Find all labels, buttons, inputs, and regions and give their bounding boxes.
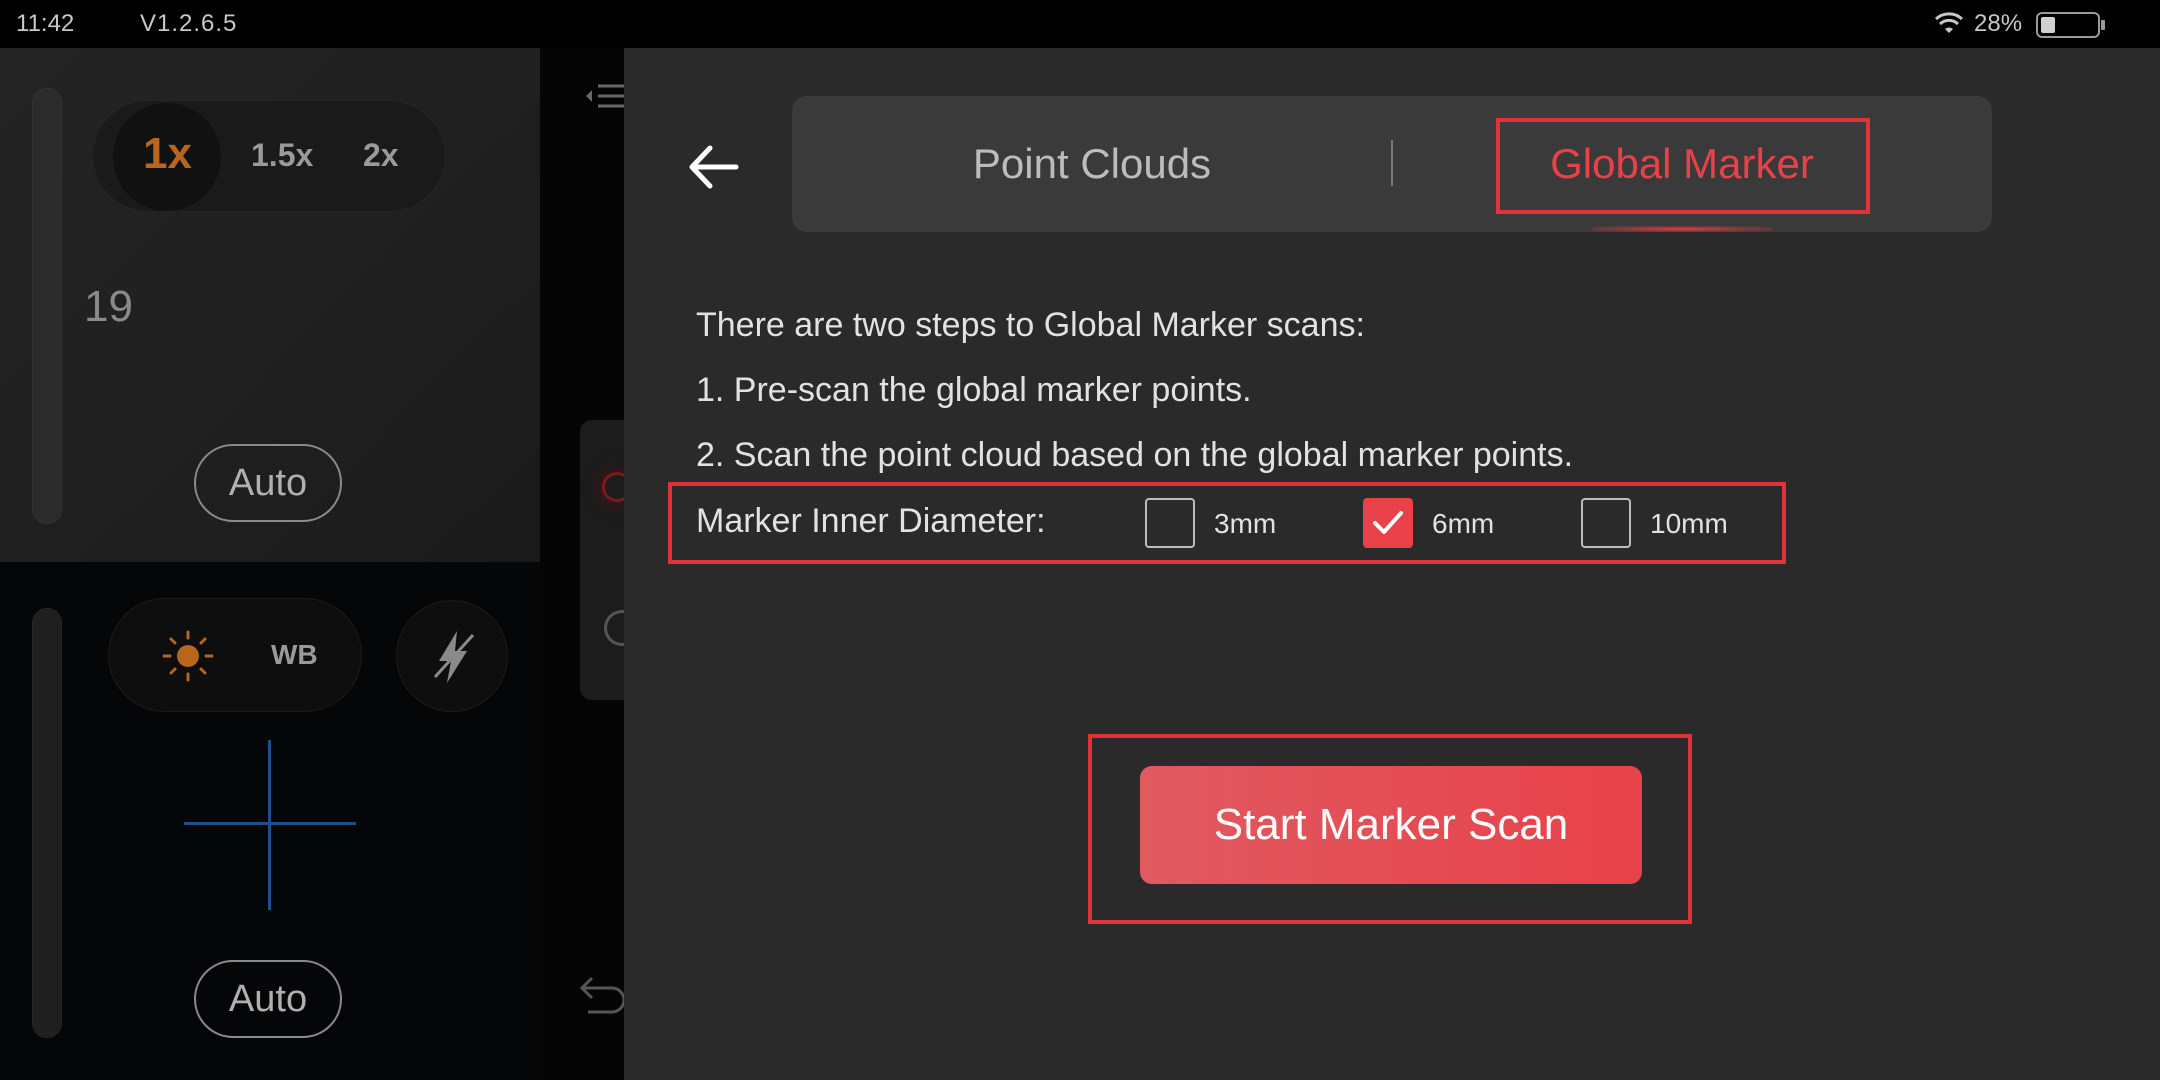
diameter-label: Marker Inner Diameter: (696, 502, 1046, 540)
app-screen: 11:42 V1.2.6.5 28% 1x 1.5x 2x 19 Auto WB… (0, 0, 2160, 1080)
undo-icon[interactable] (578, 972, 626, 1018)
option-label-10mm: 10mm (1650, 508, 1728, 539)
focus-crosshair-horizontal (184, 822, 356, 825)
status-bar: 11:42 V1.2.6.5 28% (0, 0, 2160, 48)
mode-tab-bar: Point Clouds Global Marker (792, 96, 1992, 232)
status-time: 11:42 (16, 10, 75, 37)
battery-percent: 28% (1974, 10, 2023, 37)
focus-slider[interactable] (32, 608, 62, 1038)
checkmark-icon (1373, 511, 1403, 534)
option-label-3mm: 3mm (1214, 508, 1277, 539)
auto-exposure-button[interactable]: Auto (194, 444, 342, 522)
exposure-slider[interactable] (32, 88, 62, 524)
battery-icon (2036, 12, 2105, 38)
checkbox-6mm[interactable] (1363, 498, 1413, 548)
tab-divider (1391, 140, 1393, 186)
white-balance-control[interactable]: WB (108, 598, 362, 712)
sun-icon[interactable] (161, 629, 215, 683)
description-intro: There are two steps to Global Marker sca… (696, 306, 1365, 344)
zoom-selector: 1x 1.5x 2x (92, 100, 446, 212)
tab-point-clouds[interactable]: Point Clouds (792, 96, 1392, 232)
zoom-option-1-5x[interactable]: 1.5x (251, 137, 313, 174)
highlight-box-global-marker (1496, 118, 1870, 214)
auto-focus-button[interactable]: Auto (194, 960, 342, 1038)
exposure-value: 19 (84, 282, 133, 331)
active-tab-indicator (1592, 226, 1772, 232)
description-step-1: 1. Pre-scan the global marker points. (696, 371, 1252, 409)
menu-icon[interactable] (584, 78, 624, 114)
flash-off-icon (433, 631, 475, 683)
description-step-2: 2. Scan the point cloud based on the glo… (696, 436, 1574, 474)
zoom-option-2x[interactable]: 2x (363, 137, 399, 174)
checkbox-10mm[interactable] (1581, 498, 1631, 548)
zoom-option-1x[interactable]: 1x (143, 129, 192, 179)
back-arrow-icon[interactable] (686, 140, 740, 194)
app-version: V1.2.6.5 (140, 10, 238, 37)
wifi-icon (1934, 12, 1964, 33)
flash-button[interactable] (396, 600, 508, 712)
start-marker-scan-button[interactable]: Start Marker Scan (1140, 766, 1642, 884)
checkbox-3mm[interactable] (1145, 498, 1195, 548)
focus-crosshair-vertical (268, 740, 271, 910)
wb-label: WB (271, 639, 318, 670)
option-label-6mm: 6mm (1432, 508, 1495, 539)
